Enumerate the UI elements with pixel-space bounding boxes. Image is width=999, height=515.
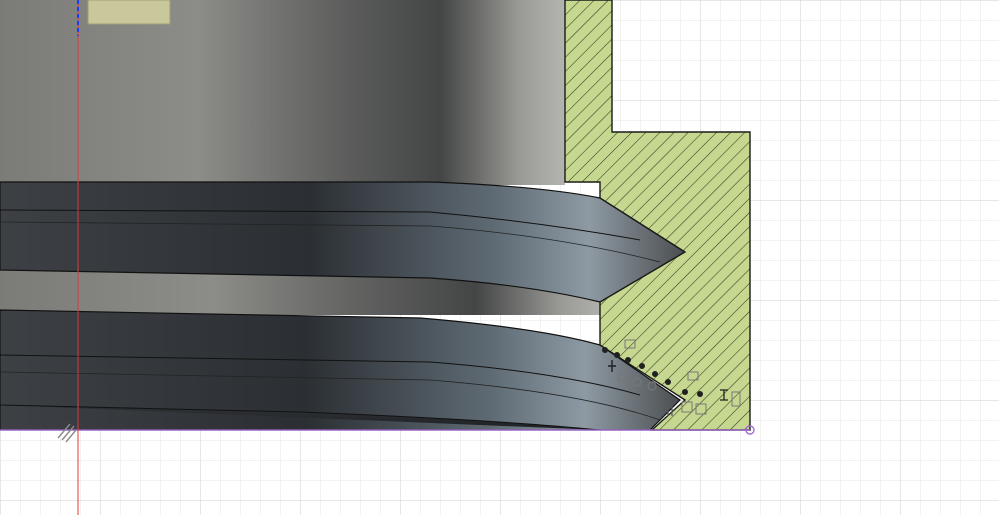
sketch-point-icon [614,352,620,358]
sketch-point-icon [682,389,688,395]
sketch-point-icon [625,357,631,363]
sketch-point-icon [602,347,608,353]
cad-sketch-viewport[interactable] [0,0,999,515]
sketch-point-icon [697,391,703,397]
sketch-point-icon [639,363,645,369]
viewport-canvas[interactable] [0,0,999,515]
sketch-face-highlight[interactable] [87,0,171,25]
cylinder-body[interactable] [0,0,565,185]
sketch-point-icon [652,371,658,377]
sketch-point-icon [665,379,671,385]
